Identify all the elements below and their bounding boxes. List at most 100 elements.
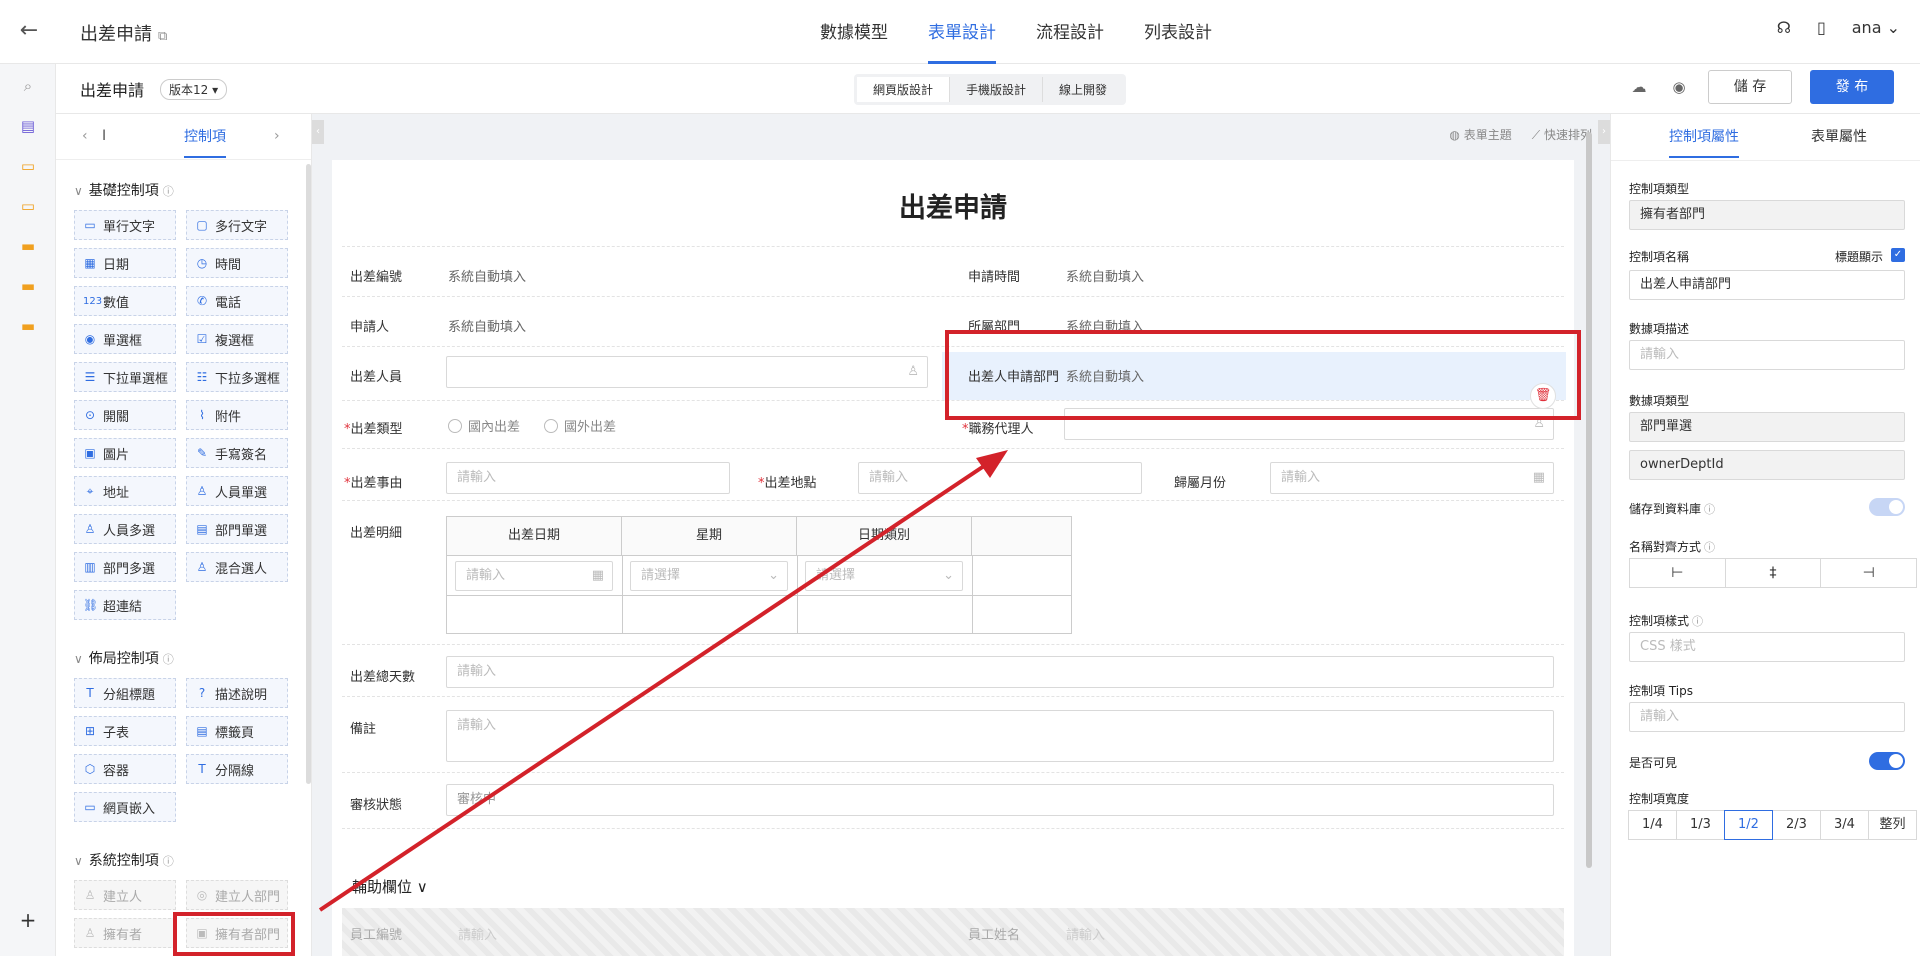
- traveler-input[interactable]: ♙: [446, 356, 928, 388]
- folder-icon[interactable]: ▬: [18, 236, 38, 256]
- chevron-right-icon[interactable]: ›: [274, 128, 280, 144]
- control-hyperlink[interactable]: ⛓ 超連結: [74, 590, 176, 620]
- folder-icon[interactable]: ▬: [18, 316, 38, 336]
- control-dept-single[interactable]: ▤ 部門單選: [186, 514, 288, 544]
- tips-input[interactable]: 請輸入: [1629, 702, 1905, 732]
- control-container[interactable]: ⬡ 容器: [74, 754, 176, 784]
- width-option[interactable]: 3/4: [1820, 810, 1869, 840]
- cloud-upload-icon[interactable]: ☁: [1628, 76, 1650, 98]
- control-creator-dept[interactable]: ◎ 建立人部門: [186, 880, 288, 910]
- control-creator[interactable]: ♙ 建立人: [74, 880, 176, 910]
- control-tabs[interactable]: ▤ 標籤頁: [186, 716, 288, 746]
- support-icon[interactable]: ☊: [1777, 18, 1791, 37]
- control-signature[interactable]: ✎ 手寫簽名: [186, 438, 288, 468]
- control-date[interactable]: ▦ 日期: [74, 248, 176, 278]
- control-dropdown-single[interactable]: ☰ 下拉單選框: [74, 362, 176, 392]
- control-user-multi[interactable]: ♙ 人員多選: [74, 514, 176, 544]
- show-title-checkbox[interactable]: ✓: [1891, 248, 1905, 262]
- align-left-icon[interactable]: ⊢: [1630, 559, 1726, 587]
- form-title[interactable]: 出差申請: [332, 186, 1574, 225]
- control-user-single[interactable]: ♙ 人員單選: [186, 476, 288, 506]
- month-input[interactable]: 請輸入 ▦: [1270, 462, 1554, 494]
- control-address[interactable]: ⌖ 地址: [74, 476, 176, 506]
- aux-section-header[interactable]: 輔助欄位 ∨: [352, 876, 428, 897]
- tab-controls[interactable]: 控制項: [184, 126, 226, 158]
- detail-date-input[interactable]: 請輸入 ▦: [455, 561, 613, 591]
- control-switch[interactable]: ⊙ 開關: [74, 400, 176, 430]
- section-system-controls[interactable]: ∨ 系統控制項 ⓘ: [74, 850, 174, 870]
- control-group-title[interactable]: T 分組標題: [74, 678, 176, 708]
- align-center-icon[interactable]: ‡: [1726, 559, 1822, 587]
- detail-category-select[interactable]: 請選擇 ⌄: [805, 561, 963, 591]
- control-description[interactable]: ? 描述說明: [186, 678, 288, 708]
- collapse-left-panel-icon[interactable]: ‹: [312, 120, 324, 144]
- control-owner[interactable]: ♙ 擁有者: [74, 918, 176, 948]
- control-subtable[interactable]: ⊞ 子表: [74, 716, 176, 746]
- tab-form-props[interactable]: 表單屬性: [1811, 126, 1867, 156]
- width-option[interactable]: 1/3: [1676, 810, 1725, 840]
- mode-online-dev[interactable]: 線上開發: [1043, 77, 1123, 102]
- control-radio[interactable]: ◉ 單選框: [74, 324, 176, 354]
- radio-domestic[interactable]: 國內出差: [448, 416, 520, 435]
- mode-mobile[interactable]: 手機版設計: [950, 77, 1044, 102]
- control-checkbox[interactable]: ☑ 複選框: [186, 324, 288, 354]
- canvas-scrollbar[interactable]: [1586, 132, 1592, 868]
- tab-form-design[interactable]: 表單設計: [908, 0, 1016, 64]
- chevron-left-icon[interactable]: ‹: [82, 128, 88, 144]
- control-dropdown-multi[interactable]: ☷ 下拉多選框: [186, 362, 288, 392]
- detail-weekday-select[interactable]: 請選擇 ⌄: [630, 561, 788, 591]
- remark-textarea[interactable]: 請輸入: [446, 710, 1554, 762]
- save-button[interactable]: 儲 存: [1708, 70, 1792, 104]
- width-option[interactable]: 整列: [1868, 810, 1917, 840]
- control-mixed-select[interactable]: ♙ 混合選人: [186, 552, 288, 582]
- tab-control-props[interactable]: 控制項屬性: [1669, 126, 1739, 158]
- preview-eye-icon[interactable]: ◉: [1668, 76, 1690, 98]
- mode-web[interactable]: 網頁版設計: [857, 77, 951, 102]
- width-option-selected[interactable]: 1/2: [1724, 810, 1773, 840]
- table-icon[interactable]: ▤: [18, 116, 38, 136]
- control-single-line-text[interactable]: ▭ 單行文字: [74, 210, 176, 240]
- user-menu[interactable]: ana ⌄: [1852, 18, 1900, 37]
- external-link-icon[interactable]: ⧉: [158, 29, 167, 44]
- control-web-embed[interactable]: ▭ 網頁嵌入: [74, 792, 176, 822]
- width-option[interactable]: 1/4: [1628, 810, 1677, 840]
- css-style-input[interactable]: CSS 樣式: [1629, 632, 1905, 662]
- control-name-input[interactable]: 出差人申請部門: [1629, 270, 1905, 300]
- quick-arrange-button[interactable]: ⟋ 快速排列: [1532, 126, 1592, 143]
- delete-trash-icon[interactable]: 🗑: [1530, 383, 1556, 409]
- document-icon[interactable]: ▯: [1817, 18, 1826, 37]
- back-arrow-icon[interactable]: ←: [14, 16, 44, 46]
- publish-button[interactable]: 發 布: [1810, 70, 1894, 104]
- desc-input[interactable]: 請輸入: [1629, 340, 1905, 370]
- control-dept-multi[interactable]: ▥ 部門多選: [74, 552, 176, 582]
- align-right-icon[interactable]: ⊣: [1821, 559, 1916, 587]
- section-layout-controls[interactable]: ∨ 佈局控制項 ⓘ: [74, 648, 174, 668]
- add-icon[interactable]: +: [18, 910, 38, 930]
- control-phone[interactable]: ✆ 電話: [186, 286, 288, 316]
- palette-tab-truncated[interactable]: I: [102, 128, 106, 144]
- screen-icon[interactable]: ▭: [18, 156, 38, 176]
- control-attachment[interactable]: ⌇ 附件: [186, 400, 288, 430]
- reason-input[interactable]: 請輸入: [446, 462, 730, 494]
- location-input[interactable]: 請輸入: [858, 462, 1142, 494]
- section-basic-controls[interactable]: ∨ 基礎控制項 ⓘ: [74, 180, 174, 200]
- control-time[interactable]: ◷ 時間: [186, 248, 288, 278]
- total-days-input[interactable]: 請輸入: [446, 656, 1554, 688]
- control-divider[interactable]: T 分隔線: [186, 754, 288, 784]
- form-theme-button[interactable]: ◍ 表單主題: [1449, 126, 1511, 143]
- radio-overseas[interactable]: 國外出差: [544, 416, 616, 435]
- folder-icon[interactable]: ▬: [18, 276, 38, 296]
- palette-scrollbar[interactable]: [306, 164, 311, 784]
- screen-icon[interactable]: ▭: [18, 196, 38, 216]
- control-multi-line-text[interactable]: ▢ 多行文字: [186, 210, 288, 240]
- control-number[interactable]: 123 數值: [74, 286, 176, 316]
- tab-data-model[interactable]: 數據模型: [800, 0, 908, 64]
- store-db-toggle[interactable]: [1869, 498, 1905, 516]
- search-icon[interactable]: ⌕: [18, 76, 38, 96]
- width-option[interactable]: 2/3: [1772, 810, 1821, 840]
- tab-flow-design[interactable]: 流程設計: [1016, 0, 1124, 64]
- collapse-right-panel-icon[interactable]: ›: [1598, 120, 1610, 144]
- visible-toggle[interactable]: [1869, 752, 1905, 770]
- version-select[interactable]: 版本12 ▾: [160, 79, 228, 100]
- control-image[interactable]: ▣ 圖片: [74, 438, 176, 468]
